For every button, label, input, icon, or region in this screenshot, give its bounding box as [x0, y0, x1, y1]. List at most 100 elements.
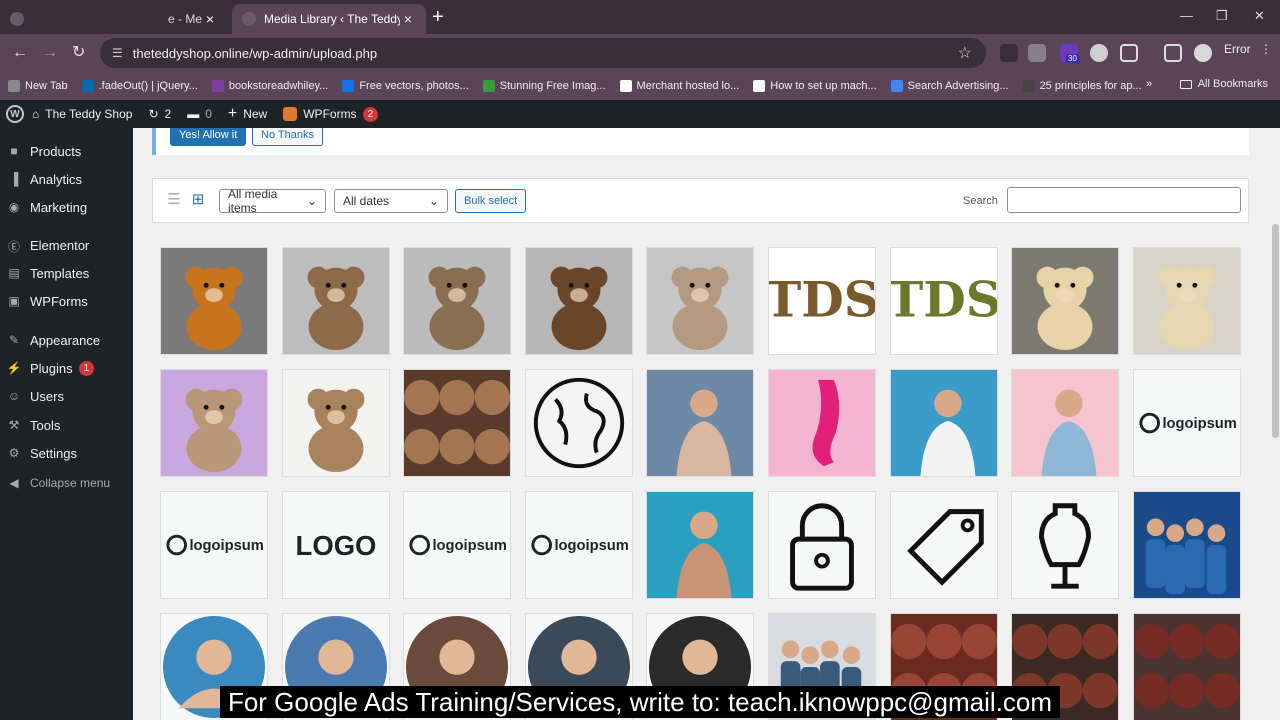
bookmark-label: Search Advertising...	[907, 80, 1009, 92]
media-thumbnail-globe-graphic[interactable]	[525, 369, 633, 477]
wpforms-link[interactable]: WPForms 2	[283, 106, 379, 122]
media-thumbnail-boots[interactable]	[1133, 613, 1241, 720]
date-filter[interactable]: All dates ⌄	[334, 189, 448, 213]
media-thumbnail-man-tshirt[interactable]	[890, 369, 998, 477]
browser-menu-icon[interactable]: ⋮	[1260, 42, 1272, 56]
browser-tab[interactable]: e - Me ×	[0, 4, 228, 34]
media-thumbnail-teddy-beige[interactable]	[403, 247, 511, 355]
favicon-icon	[10, 12, 24, 26]
eyedropper-extension-icon[interactable]	[1000, 44, 1018, 62]
media-thumbnail-teddy-orange[interactable]	[160, 247, 268, 355]
sidebar-item-settings[interactable]: ⚙ Settings	[0, 440, 133, 466]
media-thumbnail-tag-graphic[interactable]	[890, 491, 998, 599]
scrollbar[interactable]	[1270, 224, 1280, 720]
media-thumbnail-woman-teal[interactable]	[646, 491, 754, 599]
bookmark-star-icon[interactable]: ☆	[958, 43, 972, 63]
media-thumbnail-teddy-white-bg[interactable]	[282, 369, 390, 477]
close-window-icon[interactable]: ✕	[1254, 8, 1265, 24]
media-thumbnail-logoipsum-2[interactable]: logoipsum	[160, 491, 268, 599]
media-type-filter[interactable]: All media items ⌄	[219, 187, 326, 215]
close-tab-icon[interactable]: ×	[202, 11, 218, 27]
profile-error-label[interactable]: Error	[1224, 42, 1251, 56]
profile-avatar[interactable]	[1194, 44, 1212, 62]
media-toolbar: ☰ ⊞ All media items ⌄ All dates ⌄ Bulk s…	[152, 178, 1249, 223]
shield-extension-icon[interactable]	[1090, 44, 1108, 62]
sidebar-item-marketing[interactable]: ◉ Marketing	[0, 194, 133, 220]
sidebar-item-plugins[interactable]: ⚡ Plugins 1	[0, 355, 133, 381]
sidebar-item-wpforms[interactable]: ▣ WPForms	[0, 288, 133, 314]
media-thumbnail-logoipsum-1[interactable]: logoipsum	[1133, 369, 1241, 477]
bookmark-item[interactable]: .fadeOut() | jQuery...	[81, 80, 198, 92]
media-thumbnail-teddy-wall[interactable]	[1133, 247, 1241, 355]
scrollbar-thumb[interactable]	[1272, 224, 1279, 438]
wp-admin-sidebar: ■ Products ▐ Analytics ◉ Marketing Ⓔ Elementor ▤…	[0, 128, 133, 720]
media-thumbnail-logoipsum-4[interactable]: logoipsum	[525, 491, 633, 599]
list-view-icon[interactable]: ☰	[165, 192, 183, 208]
sidebar-item-analytics[interactable]: ▐ Analytics	[0, 166, 133, 192]
collapse-menu-button[interactable]: ◀ Collapse menu	[0, 470, 133, 496]
address-bar[interactable]: ☰ theteddyshop.online/wp-admin/upload.ph…	[100, 38, 986, 68]
media-thumbnail-woman-cap[interactable]	[646, 369, 754, 477]
media-thumbnail-teddy-chocolate[interactable]	[525, 247, 633, 355]
comments-link[interactable]: ▬ 0	[187, 107, 212, 121]
side-panel-icon[interactable]	[1164, 44, 1182, 62]
media-search-input[interactable]	[1007, 187, 1241, 213]
forward-icon[interactable]: →	[42, 43, 58, 63]
bookmark-favicon-icon	[81, 80, 94, 92]
bookmark-item[interactable]: bookstoreadwhiley...	[211, 80, 328, 92]
bookmark-item[interactable]: New Tab	[8, 80, 68, 92]
media-thumbnail-teddy-puppy[interactable]	[646, 247, 754, 355]
new-tab-button[interactable]: +	[432, 6, 444, 28]
more-bookmarks-icon[interactable]: »	[1146, 78, 1152, 90]
wordpress-logo-icon[interactable]: W	[6, 105, 24, 123]
media-thumbnail-mannequin-graphic[interactable]	[1011, 491, 1119, 599]
sidebar-item-elementor[interactable]: Ⓔ Elementor	[0, 232, 133, 258]
thumbnail-text: LOGO	[296, 530, 377, 561]
chevron-down-icon: ⌄	[428, 194, 439, 208]
site-name-link[interactable]: ⌂ The Teddy Shop	[32, 107, 132, 121]
sidebar-item-templates[interactable]: ▤ Templates	[0, 260, 133, 286]
media-thumbnail-logoipsum-3[interactable]: logoipsum	[403, 491, 511, 599]
back-icon[interactable]: ←	[12, 43, 28, 63]
media-thumbnail-teddy-pile[interactable]	[403, 369, 511, 477]
sidebar-item-appearance[interactable]: ✎ Appearance	[0, 327, 133, 353]
sidebar-item-products[interactable]: ■ Products	[0, 138, 133, 164]
media-thumbnail-tds-logo-1[interactable]: TDS	[768, 247, 876, 355]
home-icon: ⌂	[32, 107, 40, 121]
sidebar-item-users[interactable]: ☺ Users	[0, 383, 133, 409]
media-thumbnail-friends-denim[interactable]	[1133, 491, 1241, 599]
bookmark-item[interactable]: Free vectors, photos...	[342, 80, 469, 92]
close-tab-icon[interactable]: ×	[400, 11, 416, 27]
site-settings-icon[interactable]: ☰	[112, 46, 123, 60]
maximize-icon[interactable]: ❐	[1216, 8, 1228, 24]
bookmark-item[interactable]: Search Advertising...	[890, 80, 1009, 92]
sidebar-item-tools[interactable]: ⚒ Tools	[0, 412, 133, 438]
bulk-select-button[interactable]: Bulk select	[455, 189, 527, 213]
minimize-icon[interactable]: —	[1180, 8, 1193, 23]
allow-button[interactable]: Yes! Allow it	[170, 128, 247, 146]
media-thumbnail-teddy-wood-heart[interactable]	[1011, 247, 1119, 355]
bookmark-item[interactable]: Merchant hosted lo...	[619, 80, 739, 92]
grid-view-icon[interactable]: ⊞	[189, 192, 207, 208]
bookmark-item[interactable]: How to set up mach...	[753, 80, 877, 92]
bookmark-item[interactable]: 25 principles for ap...	[1022, 80, 1142, 92]
no-thanks-button[interactable]: No Thanks	[252, 128, 323, 146]
sidebar-item-label: Settings	[30, 445, 77, 461]
all-bookmarks-button[interactable]: All Bookmarks	[1179, 78, 1268, 90]
media-thumbnail-woman-pink[interactable]	[1011, 369, 1119, 477]
media-thumbnail-teddy-party[interactable]	[160, 369, 268, 477]
code-extension-icon[interactable]	[1028, 44, 1046, 62]
reload-icon[interactable]: ↻	[72, 43, 85, 63]
media-thumbnail-teddy-brown-grey[interactable]	[282, 247, 390, 355]
puzzle-extensions-icon[interactable]	[1120, 44, 1138, 62]
extension-icon[interactable]: 30	[1060, 44, 1079, 63]
bookmark-item[interactable]: Stunning Free Imag...	[482, 80, 606, 92]
media-thumbnail-lock-graphic[interactable]	[768, 491, 876, 599]
new-content-link[interactable]: + New	[228, 105, 267, 123]
sidebar-item-label: Products	[30, 143, 82, 159]
media-thumbnail-tds-logo-2[interactable]: TDS	[890, 247, 998, 355]
browser-tab-active[interactable]: Media Library ‹ The Teddy Shop ×	[232, 4, 426, 34]
media-thumbnail-logo-wordmark[interactable]: LOGO	[282, 491, 390, 599]
media-thumbnail-pink-heel[interactable]	[768, 369, 876, 477]
updates-link[interactable]: ↻ 2	[148, 107, 171, 121]
